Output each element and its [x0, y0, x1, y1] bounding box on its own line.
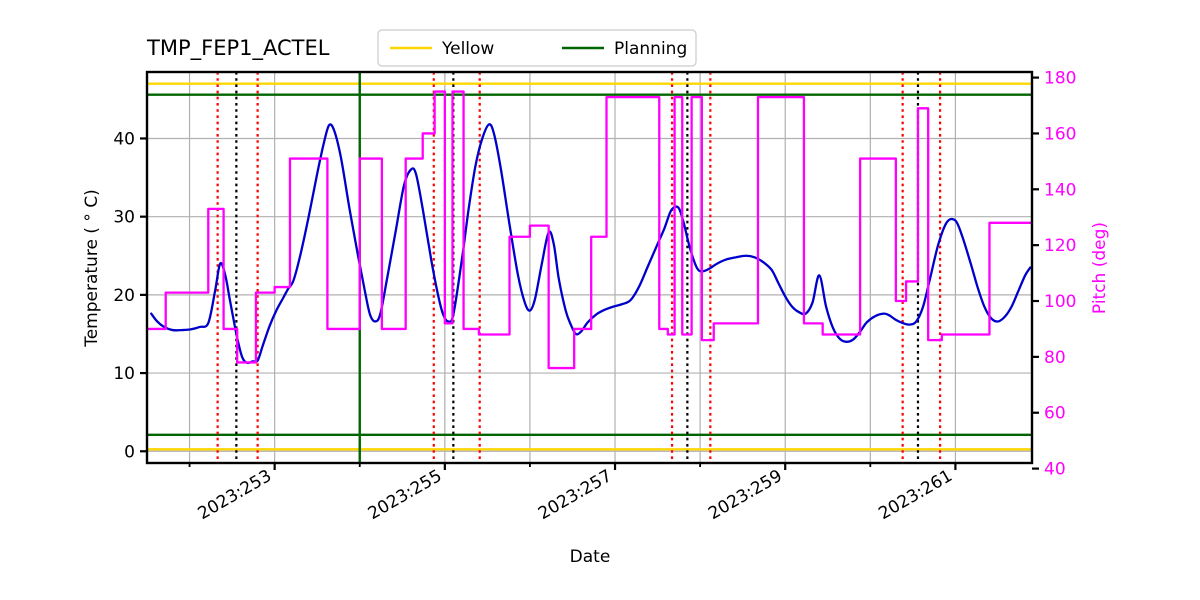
xaxis-title: Date — [570, 547, 611, 567]
yaxis-title-left: Temperature ( ° C) — [82, 189, 102, 348]
xtick-label: 2023:253 — [195, 466, 276, 524]
grid-lines — [147, 72, 1032, 463]
ytick-label-right: 120 — [1044, 236, 1076, 256]
ytick-label-left: 10 — [113, 364, 135, 384]
xtick-label: 2023:261 — [875, 466, 956, 524]
ytick-label-right: 60 — [1044, 404, 1066, 424]
yaxis-title-right: Pitch (deg) — [1090, 222, 1110, 314]
chart-title: TMP_FEP1_ACTEL — [146, 36, 330, 61]
ytick-label-right: 140 — [1044, 180, 1076, 200]
chart-root: 2023:253 2023:255 2023:257 2023:259 2023:261… — [0, 0, 1200, 600]
ytick-label-left: 0 — [124, 442, 135, 462]
series-line-pitch — [147, 90, 1032, 370]
legend-label-planning: Planning — [614, 39, 687, 59]
xtick-label: 2023:259 — [705, 466, 786, 524]
ytick-label-right: 160 — [1044, 124, 1076, 144]
ytick-label-right: 40 — [1044, 460, 1066, 480]
chart-canvas: 2023:253 2023:255 2023:257 2023:259 2023:261… — [82, 29, 1110, 567]
legend-label-yellow: Yellow — [441, 39, 494, 59]
plot-frame — [145, 70, 1034, 465]
xtick-label: 2023:257 — [535, 466, 616, 524]
ytick-label-right: 180 — [1044, 69, 1076, 89]
ytick-label-right: 80 — [1044, 348, 1066, 368]
ytick-label-left: 40 — [113, 129, 135, 149]
ytick-label-left: 30 — [113, 208, 135, 228]
legend: Yellow Planning — [377, 29, 697, 67]
plot-border — [145, 70, 1034, 465]
data-series-group — [147, 90, 1032, 370]
ytick-label-left: 20 — [113, 286, 135, 306]
xtick-label: 2023:255 — [365, 466, 446, 524]
ytick-label-right: 100 — [1044, 292, 1076, 312]
